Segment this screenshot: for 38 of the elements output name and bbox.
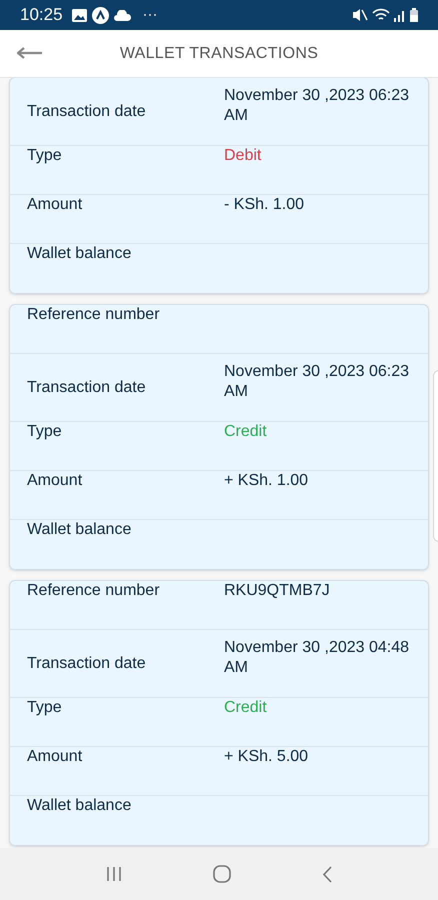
field-label: Type [27, 422, 63, 442]
cloud-icon [114, 10, 131, 20]
field-value: - KSh. 1.00 [224, 195, 306, 215]
field-value: RKU9QTMB7J [224, 581, 331, 601]
field-value: Credit [224, 698, 268, 718]
more-notifications: ··· [142, 4, 158, 25]
field-value: November 30 ,2023 06:23 AM [224, 86, 410, 126]
field-label: Wallet balance [27, 796, 132, 816]
circle-logo-icon [92, 6, 109, 24]
clock-time: 10:25 [20, 4, 63, 26]
signal-icon [394, 8, 406, 22]
field-label: Type [27, 698, 63, 718]
field-label: Type [27, 146, 63, 166]
page-title: WALLET TRANSACTIONS [120, 44, 318, 64]
home-icon[interactable] [212, 865, 231, 883]
field-label: Reference number [27, 581, 161, 601]
field-value: November 30 ,2023 04:48 AM [224, 638, 410, 678]
mute-icon [352, 8, 368, 22]
field-value: + KSh. 5.00 [224, 747, 310, 767]
back-icon[interactable] [322, 866, 332, 882]
field-label: Reference number [27, 305, 161, 325]
field-label: Wallet balance [27, 520, 132, 540]
field-value: Debit [224, 146, 262, 166]
field-value: + KSh. 1.00 [224, 471, 310, 491]
battery-icon [410, 8, 418, 22]
field-label: Amount [27, 747, 84, 767]
field-value: November 30 ,2023 06:23 AM [224, 362, 410, 402]
field-label: Wallet balance [27, 244, 132, 264]
field-label: Amount [27, 195, 84, 215]
recent-apps-icon[interactable] [106, 866, 122, 882]
field-label: Amount [27, 471, 84, 491]
wifi-icon [372, 8, 390, 22]
field-value: Credit [224, 422, 268, 442]
image-icon [72, 8, 87, 22]
field-label: Transaction date [27, 102, 147, 122]
field-label: Transaction date [27, 378, 147, 398]
back-arrow-icon[interactable] [17, 47, 43, 59]
field-label: Transaction date [27, 654, 147, 674]
